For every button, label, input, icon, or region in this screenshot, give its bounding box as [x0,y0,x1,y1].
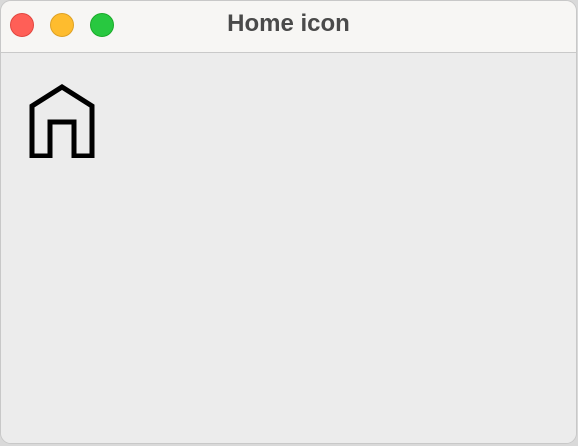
content-area [1,53,576,443]
title-bar[interactable]: Home icon [1,1,576,53]
window-title: Home icon [227,10,350,37]
app-window: Home icon [0,0,577,444]
home-icon [29,84,95,158]
